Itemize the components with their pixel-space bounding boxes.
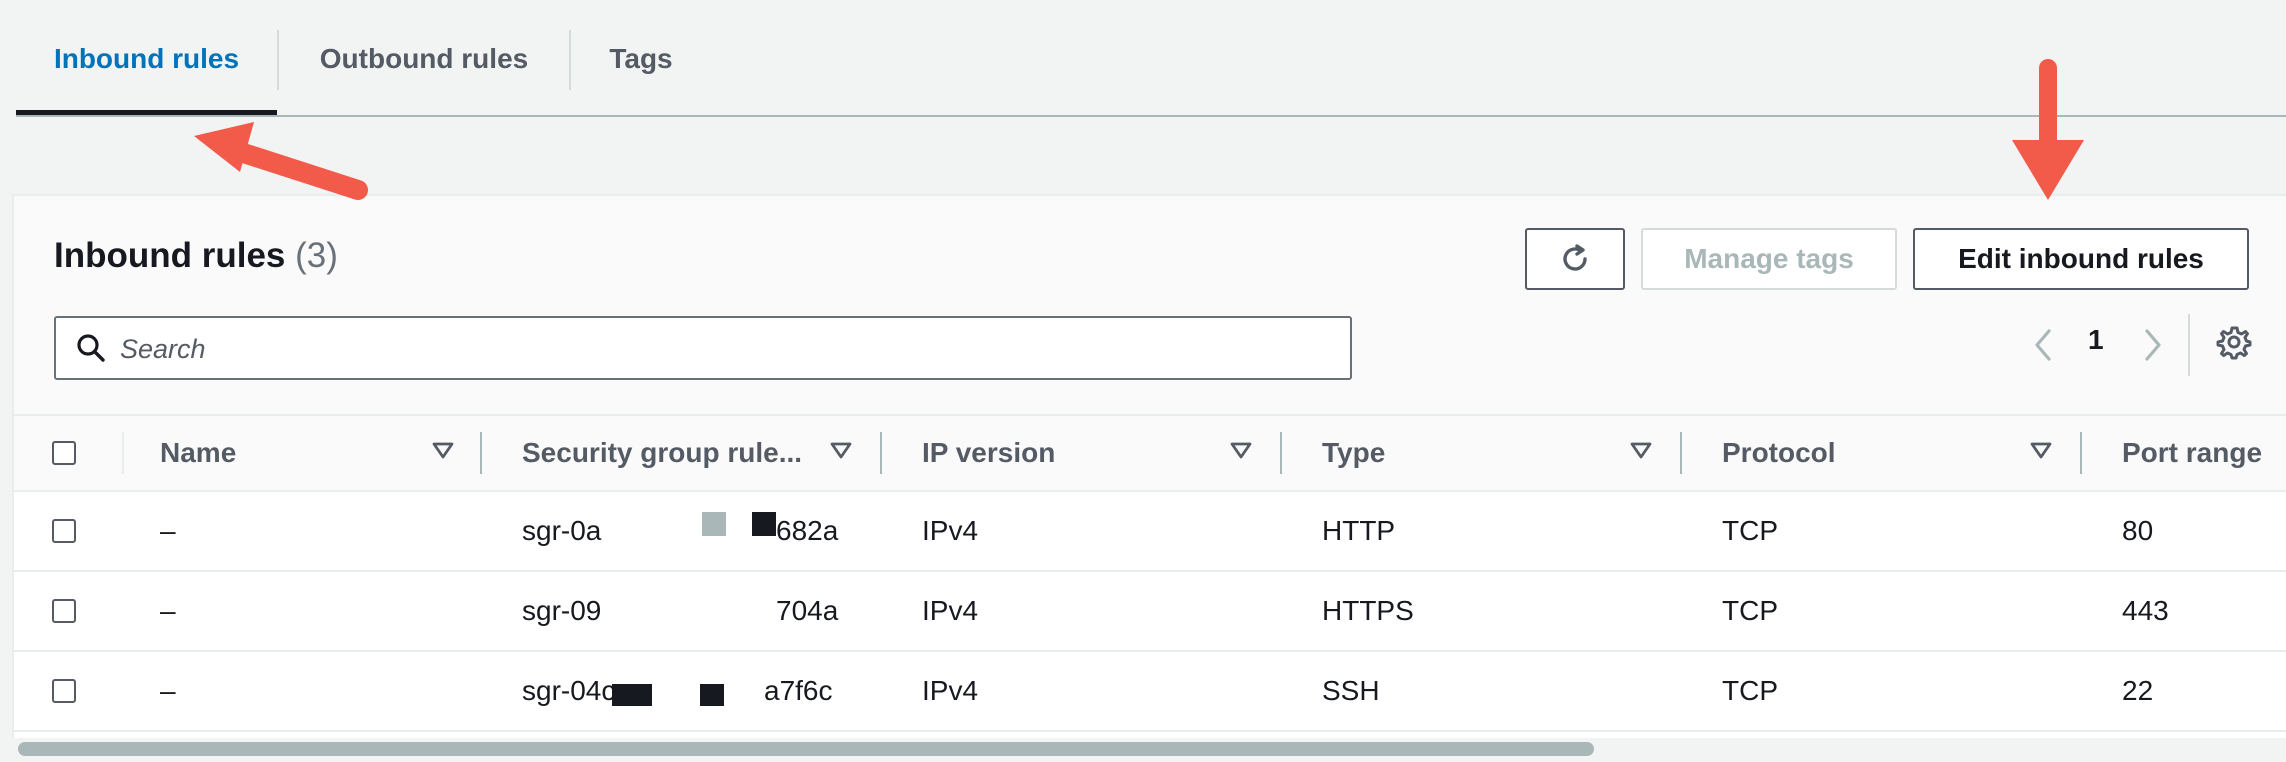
gear-icon[interactable] [2216, 324, 2252, 360]
column-header-port-range[interactable]: Port range [2122, 416, 2262, 490]
previous-page-icon[interactable] [2032, 328, 2054, 362]
tab-tags-label: Tags [609, 43, 673, 74]
tab-tags[interactable]: Tags [571, 0, 711, 118]
cell-protocol: TCP [1722, 675, 1778, 706]
cell-port-range: 80 [2122, 515, 2154, 546]
search-icon [77, 334, 105, 362]
pager-divider [2188, 314, 2190, 376]
manage-tags-label: Manage tags [1684, 243, 1854, 274]
current-page-number[interactable]: 1 [2088, 324, 2104, 356]
column-divider[interactable] [2080, 432, 2082, 474]
column-divider[interactable] [1280, 432, 1282, 474]
column-header-ip-version[interactable]: IP version [922, 416, 1055, 490]
cell-rule-id-prefix: sgr-0a [522, 515, 602, 546]
cell-ip-version: IPv4 [922, 515, 979, 546]
panel-title-text: Inbound rules [54, 236, 286, 275]
cell-port-range: 443 [2122, 595, 2169, 626]
column-header-name[interactable]: Name [160, 416, 236, 490]
column-divider[interactable] [480, 432, 482, 474]
panel-title: Inbound rules (3) [54, 236, 338, 276]
cell-rule-id-suffix: a7f6c [764, 675, 833, 706]
tab-outbound-rules-label: Outbound rules [319, 43, 529, 74]
cell-type: SSH [1322, 675, 1380, 706]
refresh-icon [1563, 244, 1587, 271]
manage-tags-button[interactable]: Manage tags [1641, 228, 1897, 290]
column-header-security-group-rule[interactable]: Security group rule... [522, 416, 802, 490]
tab-inbound-rules-label: Inbound rules [53, 43, 240, 74]
table-row[interactable]: – sgr-04c a7f6c IPv4 SSH TCP 22 [14, 652, 2286, 732]
column-header-type[interactable]: Type [1322, 416, 1385, 490]
select-all-checkbox[interactable] [52, 441, 76, 465]
cell-name: – [160, 595, 176, 626]
next-page-icon[interactable] [2142, 328, 2164, 362]
sort-caret-icon[interactable] [432, 442, 454, 460]
cell-ip-version: IPv4 [922, 675, 979, 706]
cell-rule-id-prefix: sgr-09 [522, 595, 602, 626]
rule-count: (3) [295, 236, 338, 275]
refresh-button[interactable] [1525, 228, 1625, 290]
column-header-protocol[interactable]: Protocol [1722, 416, 1836, 490]
cell-name: – [160, 515, 176, 546]
cell-type: HTTP [1322, 515, 1396, 546]
column-divider [122, 432, 124, 474]
redaction-block [700, 684, 724, 706]
column-divider[interactable] [1680, 432, 1682, 474]
cell-rule-id-suffix: 704a [776, 595, 839, 626]
table-header: Name Security group rule... IP version T… [14, 414, 2286, 492]
cell-port-range: 22 [2122, 675, 2154, 706]
row-checkbox[interactable] [52, 599, 76, 623]
panel-header: Inbound rules (3) Manage tags Edit inbou… [14, 196, 2286, 414]
tab-inbound-rules[interactable]: Inbound rules [16, 0, 277, 118]
sort-caret-icon[interactable] [1630, 442, 1652, 460]
cell-protocol: TCP [1722, 595, 1778, 626]
table-row[interactable]: – sgr-09 704a IPv4 HTTPS TCP 443 [14, 572, 2286, 652]
redaction-block [702, 512, 726, 536]
cell-protocol: TCP [1722, 515, 1778, 546]
cell-name: – [160, 675, 176, 706]
tab-bar: Inbound rules Outbound rules Tags [0, 0, 2286, 118]
tab-bar-border [16, 115, 2286, 117]
cell-rule-id-prefix: sgr-04c [522, 675, 616, 706]
edit-inbound-rules-label: Edit inbound rules [1958, 243, 2204, 274]
search-input[interactable] [118, 318, 1322, 380]
column-divider[interactable] [880, 432, 882, 474]
row-checkbox[interactable] [52, 679, 76, 703]
cell-ip-version: IPv4 [922, 595, 979, 626]
sort-caret-icon[interactable] [830, 442, 852, 460]
cell-type: HTTPS [1322, 595, 1414, 626]
edit-inbound-rules-button[interactable]: Edit inbound rules [1913, 228, 2249, 290]
sort-caret-icon[interactable] [1230, 442, 1252, 460]
scrollbar-thumb[interactable] [18, 742, 1594, 756]
horizontal-scrollbar[interactable] [12, 738, 2286, 762]
annotation-arrow-icon [194, 122, 368, 200]
redaction-block [752, 512, 776, 536]
cell-rule-id-suffix: 682a [776, 515, 839, 546]
inbound-rules-panel: Inbound rules (3) Manage tags Edit inbou… [12, 194, 2286, 762]
row-checkbox[interactable] [52, 519, 76, 543]
annotation-arrow-icon [2012, 59, 2084, 200]
table-row[interactable]: – sgr-0a 682a IPv4 HTTP TCP 80 [14, 492, 2286, 572]
tab-outbound-rules[interactable]: Outbound rules [279, 0, 569, 118]
redaction-block [612, 684, 652, 706]
search-field[interactable] [54, 316, 1352, 380]
sort-caret-icon[interactable] [2030, 442, 2052, 460]
